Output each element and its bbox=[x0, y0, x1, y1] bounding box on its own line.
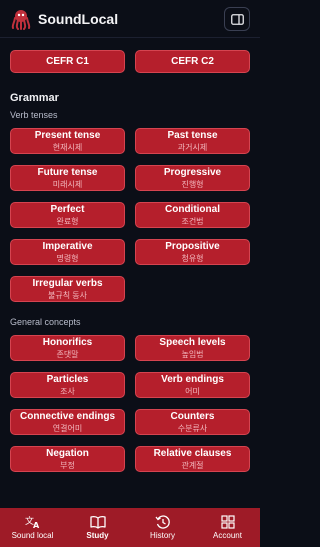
octopus-logo-icon bbox=[11, 9, 31, 30]
topic-button-propositive[interactable]: Propositive 청유형 bbox=[135, 239, 250, 265]
bottom-nav: 文 A Sound local Study History Account bbox=[0, 508, 260, 547]
topic-korean-label: 미래시제 bbox=[52, 179, 83, 189]
topic-button-perfect[interactable]: Perfect 완료형 bbox=[10, 202, 125, 228]
nav-label: Sound local bbox=[11, 531, 54, 540]
nav-item-study[interactable]: Study bbox=[65, 508, 130, 547]
topic-label: Irregular verbs bbox=[32, 277, 103, 289]
topic-label: Relative clauses bbox=[153, 447, 232, 459]
topic-label: Particles bbox=[46, 373, 89, 385]
topic-korean-label: 명령형 bbox=[56, 253, 79, 263]
topic-korean-label: 존댓말 bbox=[56, 349, 79, 359]
topic-button-imperative[interactable]: Imperative 명령형 bbox=[10, 239, 125, 265]
level-label: CEFR C2 bbox=[171, 55, 214, 67]
topic-label: Present tense bbox=[34, 129, 101, 141]
subsection-title-general-concepts: General concepts bbox=[10, 317, 81, 327]
level-label: CEFR C1 bbox=[46, 55, 89, 67]
topic-korean-label: 조사 bbox=[60, 386, 75, 396]
level-button-c1[interactable]: CEFR C1 bbox=[10, 50, 125, 73]
topic-label: Conditional bbox=[165, 203, 220, 215]
topic-button-present-tense[interactable]: Present tense 현재시제 bbox=[10, 128, 125, 154]
topic-button-irregular-verbs[interactable]: Irregular verbs 불규칙 동사 bbox=[10, 276, 125, 302]
topic-label: Imperative bbox=[42, 240, 93, 252]
topic-label: Perfect bbox=[50, 203, 85, 215]
topic-korean-label: 완료형 bbox=[56, 216, 79, 226]
topic-label: Connective endings bbox=[19, 410, 115, 422]
sidebar-panel-icon bbox=[230, 13, 244, 25]
section-title-grammar: Grammar bbox=[10, 92, 59, 104]
app-title: SoundLocal bbox=[38, 10, 119, 27]
topic-korean-label: 청유형 bbox=[181, 253, 204, 263]
nav-label: Account bbox=[213, 531, 242, 540]
topic-label: Past tense bbox=[167, 129, 218, 141]
topic-korean-label: 어미 bbox=[185, 386, 200, 396]
topic-button-future-tense[interactable]: Future tense 미래시제 bbox=[10, 165, 125, 191]
topic-label: Progressive bbox=[163, 166, 222, 178]
book-icon bbox=[89, 516, 106, 529]
topic-korean-label: 연결어미 bbox=[52, 423, 83, 433]
topic-korean-label: 관계절 bbox=[181, 460, 204, 470]
topic-button-relative-clauses[interactable]: Relative clauses 관계절 bbox=[135, 446, 250, 472]
topic-button-progressive[interactable]: Progressive 진행형 bbox=[135, 165, 250, 191]
grid-icon bbox=[220, 515, 235, 529]
subsection-title-verb-tenses: Verb tenses bbox=[10, 110, 58, 120]
nav-item-history[interactable]: History bbox=[130, 508, 195, 547]
translate-icon: 文 A bbox=[25, 515, 40, 529]
nav-item-account[interactable]: Account bbox=[195, 508, 260, 547]
topic-label: Speech levels bbox=[159, 336, 226, 348]
topic-button-particles[interactable]: Particles 조사 bbox=[10, 372, 125, 398]
topic-button-connective-endings[interactable]: Connective endings 연결어미 bbox=[10, 409, 125, 435]
top-bar: SoundLocal bbox=[0, 0, 260, 38]
topic-korean-label: 부정 bbox=[60, 460, 75, 470]
topic-korean-label: 조건법 bbox=[181, 216, 204, 226]
topic-label: Verb endings bbox=[161, 373, 224, 385]
level-button-c2[interactable]: CEFR C2 bbox=[135, 50, 250, 73]
topic-korean-label: 수분류사 bbox=[177, 423, 208, 433]
nav-label: Study bbox=[86, 531, 109, 540]
history-icon bbox=[154, 515, 170, 529]
topic-button-counters[interactable]: Counters 수분류사 bbox=[135, 409, 250, 435]
topic-korean-label: 과거시제 bbox=[177, 142, 208, 152]
topic-button-conditional[interactable]: Conditional 조건법 bbox=[135, 202, 250, 228]
nav-label: History bbox=[150, 531, 175, 540]
topic-korean-label: 진행형 bbox=[181, 179, 204, 189]
topic-button-past-tense[interactable]: Past tense 과거시제 bbox=[135, 128, 250, 154]
topic-korean-label: 현재시제 bbox=[52, 142, 83, 152]
study-content: CEFR C1 CEFR C2 Grammar Verb tenses Pres… bbox=[0, 38, 260, 508]
topic-button-honorifics[interactable]: Honorifics 존댓말 bbox=[10, 335, 125, 361]
topic-label: Counters bbox=[170, 410, 215, 422]
topic-button-negation[interactable]: Negation 부정 bbox=[10, 446, 125, 472]
svg-text:A: A bbox=[33, 521, 40, 529]
topic-korean-label: 불규칙 동사 bbox=[47, 290, 88, 300]
topic-label: Future tense bbox=[37, 166, 98, 178]
topic-korean-label: 높임법 bbox=[181, 349, 204, 359]
nav-item-sound-local[interactable]: 文 A Sound local bbox=[0, 508, 65, 547]
topic-button-verb-endings[interactable]: Verb endings 어미 bbox=[135, 372, 250, 398]
topic-label: Propositive bbox=[165, 240, 220, 252]
sidebar-toggle-button[interactable] bbox=[224, 7, 250, 31]
topic-button-speech-levels[interactable]: Speech levels 높임법 bbox=[135, 335, 250, 361]
topic-label: Honorifics bbox=[42, 336, 93, 348]
topic-label: Negation bbox=[46, 447, 89, 459]
